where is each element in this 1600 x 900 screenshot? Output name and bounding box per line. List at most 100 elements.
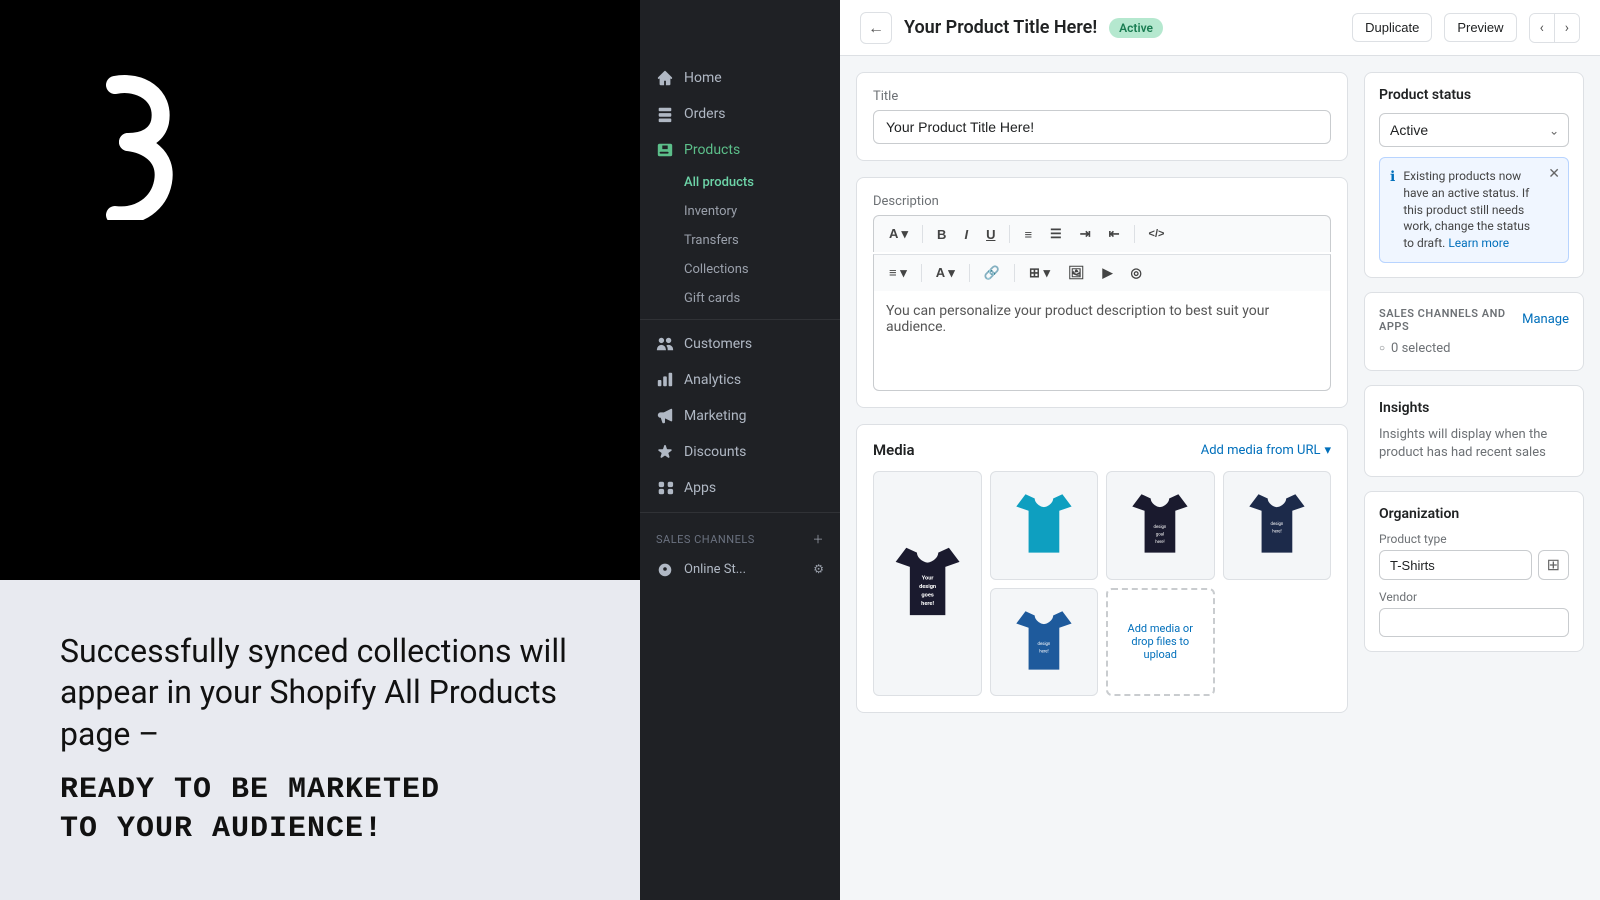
editor-body[interactable]: You can personalize your product descrip…	[873, 291, 1331, 391]
svg-text:goes: goes	[921, 593, 933, 599]
bold-button[interactable]: B	[930, 223, 953, 246]
product-status-title: Product status	[1379, 87, 1569, 103]
media-card: Media Add media from URL ▾ Your design g…	[856, 424, 1348, 713]
svg-text:here!: here!	[1156, 540, 1165, 545]
add-sales-channel-icon[interactable]: ＋	[813, 531, 825, 547]
customers-icon	[656, 335, 674, 353]
code-button[interactable]: </>	[1142, 224, 1172, 244]
sidebar-item-apps[interactable]: Apps	[640, 470, 840, 506]
media-header: Media Add media from URL ▾	[873, 441, 1331, 459]
home-icon	[656, 69, 674, 87]
settings-icon[interactable]: ⚙	[813, 562, 824, 576]
media-item-dark1[interactable]: design goal here!	[1106, 471, 1215, 580]
analytics-icon	[656, 371, 674, 389]
product-type-label: Product type	[1379, 532, 1569, 546]
sidebar-sub-all-products[interactable]: All products	[640, 168, 840, 197]
bullet-list-button[interactable]: ≡	[1017, 223, 1039, 246]
vendor-input[interactable]	[1379, 608, 1569, 637]
info-banner: ℹ Existing products now have an active s…	[1379, 157, 1569, 263]
sidebar-apps-label: Apps	[684, 480, 716, 496]
media-item-main[interactable]: Your design goes here!	[873, 471, 982, 696]
header-left: ← Your Product Title Here! Active	[860, 12, 1163, 44]
sidebar-sub-transfers[interactable]: Transfers	[640, 226, 840, 255]
organization-card: Organization Product type ⊞ Vendor	[1364, 491, 1584, 652]
sidebar-sub-inventory[interactable]: Inventory	[640, 197, 840, 226]
editor-toolbar-row2: ≡ ▾ A ▾ 🔗 ⊞ ▾ 🖼 ▶ ◎	[873, 254, 1331, 291]
product-type-search-button[interactable]: ⊞	[1538, 550, 1569, 580]
promo-normal-text: Successfully synced collections will app…	[60, 631, 580, 756]
svg-text:design: design	[1270, 522, 1283, 527]
indent-button[interactable]: ⇥	[1073, 222, 1098, 246]
back-button[interactable]: ←	[860, 12, 892, 44]
media-item-blue-sm[interactable]: design here!	[990, 588, 1099, 697]
preview-button[interactable]: Preview	[1444, 13, 1516, 42]
sidebar-item-products[interactable]: Products	[640, 132, 840, 168]
italic-button[interactable]: I	[957, 223, 975, 246]
title-card: Title	[856, 72, 1348, 161]
close-info-banner-icon[interactable]: ✕	[1548, 166, 1560, 182]
sidebar-divider-1	[640, 319, 840, 320]
title-input[interactable]	[873, 110, 1331, 144]
product-status-card: Product status Active Draft ℹ Existing p…	[1364, 72, 1584, 278]
status-select-wrapper: Active Draft	[1379, 113, 1569, 147]
separator-4	[921, 264, 922, 282]
sidebar-item-customers[interactable]: Customers	[640, 326, 840, 362]
learn-more-link[interactable]: Learn more	[1448, 236, 1509, 250]
svg-text:design: design	[919, 584, 936, 590]
sidebar-sub-collections[interactable]: Collections	[640, 255, 840, 284]
duplicate-button[interactable]: Duplicate	[1352, 13, 1432, 42]
sidebar-item-home[interactable]: Home	[640, 60, 840, 96]
table-button[interactable]: ⊞ ▾	[1022, 261, 1057, 285]
media-item-cyan[interactable]	[990, 471, 1099, 580]
media-item-navy[interactable]: design here!	[1223, 471, 1332, 580]
image-button[interactable]: 🖼	[1061, 261, 1092, 285]
media-grid: Your design goes here!	[873, 471, 1331, 696]
sidebar-item-marketing[interactable]: Marketing	[640, 398, 840, 434]
prev-arrow[interactable]: ‹	[1530, 14, 1555, 42]
align-left-button[interactable]: ≡ ▾	[882, 261, 914, 285]
sidebar-products-label: Products	[684, 142, 740, 158]
product-type-input[interactable]	[1379, 550, 1532, 580]
sidebar-sub-gift-cards[interactable]: Gift cards	[640, 284, 840, 313]
media-title: Media	[873, 441, 915, 459]
sidebar-item-analytics[interactable]: Analytics	[640, 362, 840, 398]
svg-text:here!: here!	[1272, 530, 1281, 535]
sidebar-item-online-store[interactable]: Online St... ⚙	[640, 551, 840, 587]
sidebar-analytics-label: Analytics	[684, 372, 741, 388]
separator-3	[1134, 225, 1135, 243]
sidebar-orders-label: Orders	[684, 106, 726, 122]
chevron-down-icon: ▾	[1324, 443, 1331, 458]
promo-bold-text: READY TO BE MARKETED TO YOUR AUDIENCE!	[60, 771, 580, 849]
upload-placeholder[interactable]: Add media or drop files to upload	[1106, 588, 1215, 697]
header-right: Duplicate Preview ‹ ›	[1352, 13, 1580, 43]
manage-link[interactable]: Manage	[1522, 312, 1569, 327]
channels-count: 0 selected	[1379, 341, 1569, 356]
svg-text:goal: goal	[1156, 533, 1164, 538]
outdent-button[interactable]: ⇤	[1102, 222, 1127, 246]
content-main: Title Description A ▾ B I U ≡ ☰ ⇥ ⇤	[856, 72, 1348, 729]
next-arrow[interactable]: ›	[1555, 14, 1579, 42]
status-badge: Active	[1109, 18, 1163, 38]
underline-button[interactable]: U	[979, 223, 1002, 246]
add-media-button[interactable]: Add media from URL ▾	[1201, 443, 1331, 458]
video-button[interactable]: ▶	[1096, 261, 1120, 285]
sidebar-customers-label: Customers	[684, 336, 752, 352]
online-store-label: Online St...	[684, 562, 746, 577]
title-label: Title	[873, 89, 1331, 104]
sidebar-item-discounts[interactable]: Discounts	[640, 434, 840, 470]
sidebar-logo	[640, 10, 840, 60]
sidebar-sales-channels-label: SALES CHANNELS ＋	[640, 519, 840, 551]
content-sidebar: Product status Active Draft ℹ Existing p…	[1364, 72, 1584, 729]
sales-channels-card: SALES CHANNELS AND APPS Manage 0 selecte…	[1364, 292, 1584, 371]
sidebar: Home Orders Products All products Invent…	[640, 0, 840, 900]
sidebar-item-orders[interactable]: Orders	[640, 96, 840, 132]
align-center-button[interactable]: ☰	[1043, 222, 1069, 246]
status-select[interactable]: Active Draft	[1379, 113, 1569, 147]
embed-button[interactable]: ◎	[1124, 261, 1149, 285]
svg-text:here!: here!	[921, 601, 934, 607]
product-type-row: ⊞	[1379, 550, 1569, 580]
font-button[interactable]: A ▾	[882, 222, 915, 246]
text-color-button[interactable]: A ▾	[929, 261, 962, 285]
link-button[interactable]: 🔗	[977, 261, 1007, 285]
promo-panel: Successfully synced collections will app…	[0, 0, 640, 900]
